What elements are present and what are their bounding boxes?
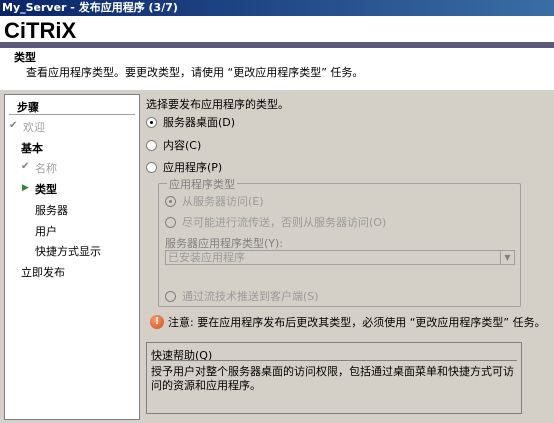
- quick-help-divider: [151, 360, 517, 361]
- sidebar-item-servers[interactable]: 服务器: [35, 202, 68, 218]
- radio-content[interactable]: 内容(C): [146, 137, 201, 153]
- page-title: 类型: [14, 51, 36, 64]
- header: CiTRiX 类型 查看应用程序类型。要更改类型，请使用 “更改应用程序类型” …: [0, 16, 554, 90]
- current-step-arrow-icon: ▶: [22, 183, 29, 193]
- citrix-logo: CiTRiX: [4, 18, 77, 43]
- note-row: ! 注意: 要在应用程序发布后更改其类型，必须使用 “更改应用程序类型” 任务。: [150, 314, 546, 330]
- sidebar-item-type[interactable]: 类型: [35, 181, 57, 197]
- check-icon: ✔: [9, 120, 18, 131]
- quick-help-box: 快速帮助(Q) 授予用户对整个服务器桌面的访问权限，包括通过桌面菜单和快捷方式可…: [146, 342, 522, 414]
- sidebar-item-users[interactable]: 用户: [35, 223, 57, 239]
- radio-button[interactable]: [146, 116, 157, 128]
- sidebar-item-publish-now[interactable]: 立即发布: [21, 264, 65, 280]
- steps-heading: 步骤: [9, 95, 135, 115]
- steps-sidebar: 步骤 ✔ 欢迎 基本 ✔ 名称 ▶ 类型 服务器 用户 快捷方式显示 立即发布: [4, 94, 140, 420]
- check-icon: ✔: [21, 161, 30, 172]
- warning-icon: !: [150, 315, 164, 329]
- radio-button[interactable]: [146, 139, 157, 151]
- sidebar-item-welcome[interactable]: 欢迎: [23, 119, 45, 135]
- sidebar-item-shortcut-display[interactable]: 快捷方式显示: [35, 243, 101, 259]
- server-app-type-dropdown[interactable]: 已安装应用程序 ▼: [165, 250, 515, 265]
- radio-button[interactable]: [165, 195, 176, 207]
- chevron-down-icon[interactable]: ▼: [500, 251, 514, 264]
- note-text: 注意: 要在应用程序发布后更改其类型，必须使用 “更改应用程序类型” 任务。: [168, 316, 546, 329]
- radio-stream-if-possible[interactable]: 尽可能进行流传送，否则从服务器访问(O): [165, 214, 386, 230]
- radio-button[interactable]: [165, 290, 176, 302]
- group-legend: 应用程序类型: [167, 176, 237, 192]
- sidebar-section-basic: 基本: [21, 142, 43, 155]
- instruction-text: 选择要发布应用程序的类型。: [146, 98, 289, 111]
- title-bar: My_Server - 发布应用程序 (3/7): [0, 0, 554, 16]
- radio-button[interactable]: [146, 161, 157, 173]
- page-description: 查看应用程序类型。要更改类型，请使用 “更改应用程序类型” 任务。: [26, 66, 364, 79]
- radio-access-from-server[interactable]: 从服务器访问(E): [165, 193, 264, 209]
- window-title: My_Server - 发布应用程序 (3/7): [2, 1, 178, 14]
- radio-application[interactable]: 应用程序(P): [146, 159, 222, 175]
- server-app-type-label: 服务器应用程序类型(Y):: [165, 237, 284, 250]
- radio-server-desktop[interactable]: 服务器桌面(D): [146, 114, 235, 130]
- header-divider: [0, 42, 554, 48]
- sidebar-item-name[interactable]: 名称: [35, 160, 57, 176]
- main-panel: 选择要发布应用程序的类型。 服务器桌面(D) 内容(C) 应用程序(P) 应用程…: [142, 94, 552, 420]
- application-type-group: 应用程序类型 从服务器访问(E) 尽可能进行流传送，否则从服务器访问(O) 服务…: [158, 176, 521, 307]
- radio-stream-to-client[interactable]: 通过流技术推送到客户端(S): [165, 288, 319, 304]
- radio-button[interactable]: [165, 216, 176, 228]
- quick-help-text: 授予用户对整个服务器桌面的访问权限，包括通过桌面菜单和快捷方式可访问的资源和应用…: [151, 365, 514, 392]
